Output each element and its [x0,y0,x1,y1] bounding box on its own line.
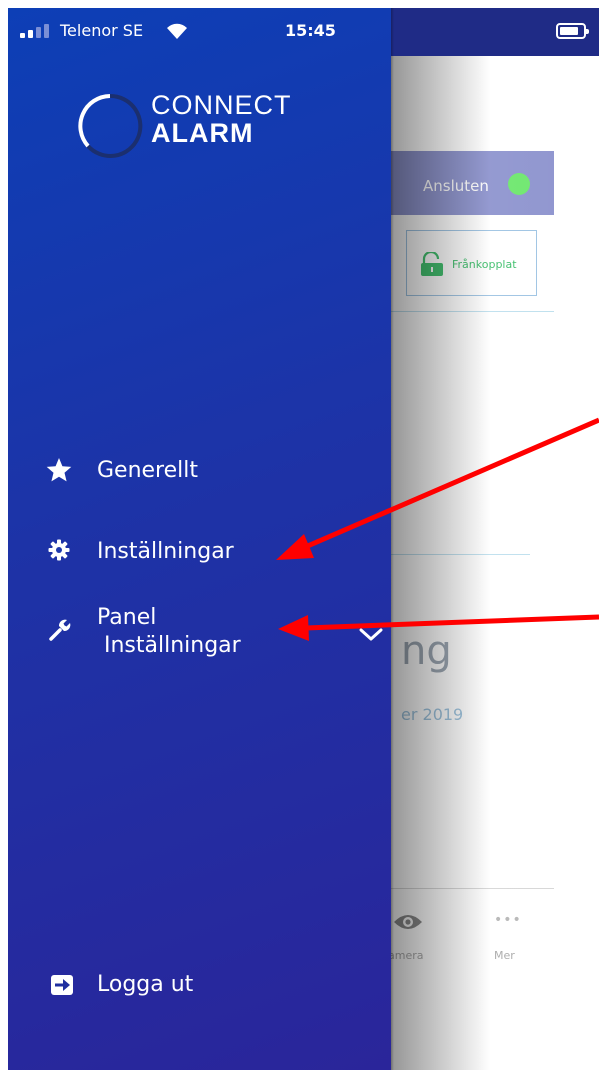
logo-text-connect: CONNECT [151,90,292,120]
menu-item-settings[interactable]: Inställningar [8,534,391,570]
chevron-down-icon[interactable] [358,625,384,645]
partial-heading: ng [401,628,452,674]
connection-status-dot [508,173,530,195]
star-icon [46,458,72,482]
more-dots-icon[interactable]: ••• [494,912,522,928]
menu-item-logout[interactable]: Logga ut [8,967,391,1003]
partial-date: er 2019 [401,705,464,724]
logout-icon [51,975,73,995]
menu-item-settings-label: Inställningar [97,539,234,564]
gear-icon [48,539,70,561]
tab-more-label[interactable]: Mer [494,949,515,962]
logo-text-alarm: ALARM [151,118,254,148]
menu-item-panel-settings[interactable]: Panel Inställningar [8,604,391,668]
phone-screen: Ansluten Frånkopplat ng er 2019 ••• amer… [8,8,599,1070]
navigation-drawer: Telenor SE 15:45 CONNECT ALARM Generellt [8,8,391,1070]
divider [390,554,530,555]
eye-icon[interactable] [392,911,424,933]
signal-strength-icon [20,24,49,38]
connection-status-text: Ansluten [423,177,489,195]
battery-icon [556,23,589,39]
menu-item-panel-settings-label-line2: Inställningar [97,633,241,658]
clock-time: 15:45 [285,21,336,40]
connect-alarm-logo-ring-icon [78,93,143,158]
menu-item-general[interactable]: Generellt [8,453,391,489]
unlocked-padlock-icon [421,252,443,276]
drawer-edge-shadow [391,8,394,1070]
wrench-icon [49,619,71,641]
carrier-name: Telenor SE [60,21,144,40]
tab-bar-divider [390,888,554,889]
lock-status-text: Frånkopplat [452,258,517,271]
wifi-icon [167,23,187,39]
divider [390,311,554,312]
menu-item-general-label: Generellt [97,458,199,483]
menu-item-logout-label: Logga ut [97,972,194,997]
menu-item-panel-settings-label-line1: Panel [97,605,157,630]
